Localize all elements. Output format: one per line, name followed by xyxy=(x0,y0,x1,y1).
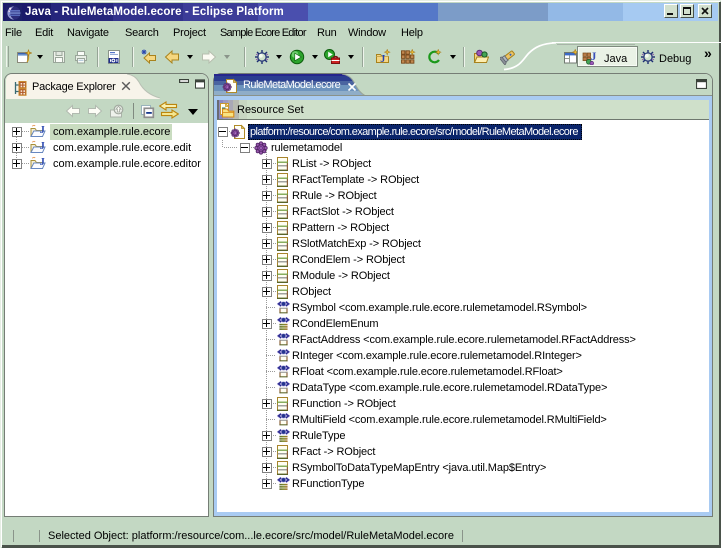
svg-text:J: J xyxy=(40,125,45,136)
svg-text:J: J xyxy=(40,141,45,152)
svg-text:J: J xyxy=(380,54,385,65)
svg-text:J: J xyxy=(40,157,45,168)
